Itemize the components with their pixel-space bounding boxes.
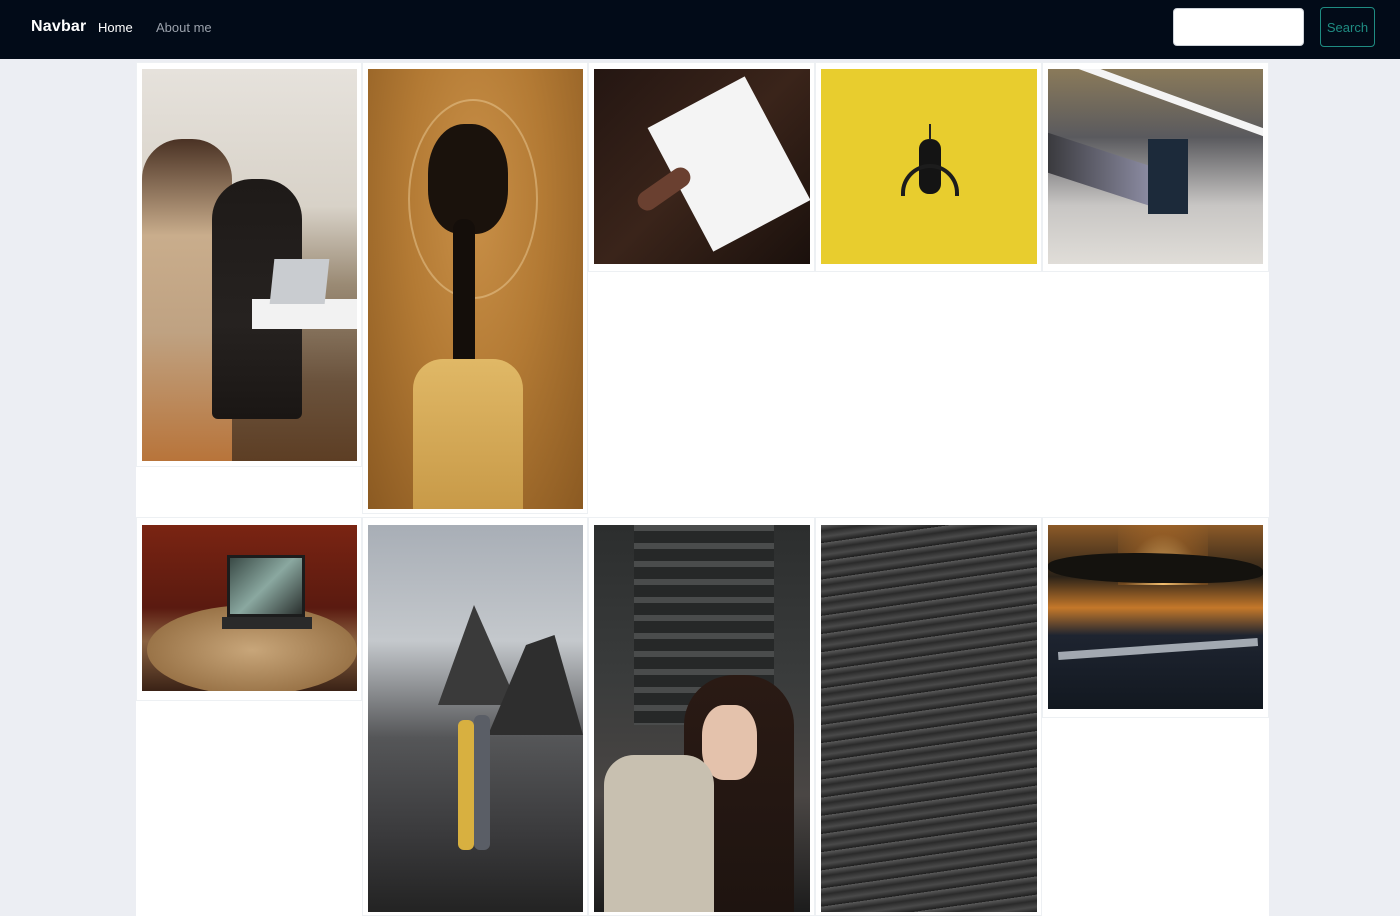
photo-woman-stairs[interactable] bbox=[594, 525, 810, 912]
search-button[interactable]: Search bbox=[1320, 7, 1375, 47]
navbar: Navbar Home About me Search bbox=[0, 0, 1400, 59]
light-streak-shape bbox=[1048, 69, 1263, 137]
person-shape bbox=[474, 715, 490, 850]
photo-laptop-on-table[interactable] bbox=[142, 525, 357, 691]
photo-sunset-sea[interactable] bbox=[1048, 525, 1263, 709]
photo-people-at-laptop[interactable] bbox=[142, 69, 357, 461]
dress-shape bbox=[413, 359, 523, 509]
photo-notebook-writing[interactable] bbox=[594, 69, 810, 264]
photo-robot-yellow[interactable] bbox=[821, 69, 1037, 264]
laptop-base-shape bbox=[222, 617, 312, 629]
sea-stack-shape bbox=[438, 605, 518, 705]
laptop-shape bbox=[269, 259, 330, 304]
photo-ocean-waves[interactable] bbox=[821, 525, 1037, 912]
photo-subway-motion[interactable] bbox=[1048, 69, 1263, 264]
robot-legs-shape bbox=[901, 164, 959, 196]
person-shape bbox=[458, 720, 474, 850]
train-blur-shape bbox=[1048, 132, 1148, 206]
face-shape bbox=[702, 705, 757, 780]
robot-antenna-shape bbox=[929, 124, 931, 140]
wave-line-shape bbox=[1057, 638, 1259, 660]
notebook-shape bbox=[647, 76, 810, 252]
head-shape bbox=[428, 124, 508, 234]
treeline-shape bbox=[1048, 553, 1263, 583]
photo-woman-glass-halo[interactable] bbox=[368, 69, 583, 509]
laptop-screen-shape bbox=[227, 555, 305, 617]
nav-link-home[interactable]: Home bbox=[98, 20, 133, 35]
nav-link-about-me[interactable]: About me bbox=[156, 20, 212, 35]
tunnel-shape bbox=[1148, 139, 1188, 214]
photo-couple-on-rocks[interactable] bbox=[368, 525, 583, 912]
jacket-shape bbox=[604, 755, 714, 912]
navbar-brand[interactable]: Navbar bbox=[31, 18, 86, 36]
search-input[interactable] bbox=[1173, 8, 1304, 46]
